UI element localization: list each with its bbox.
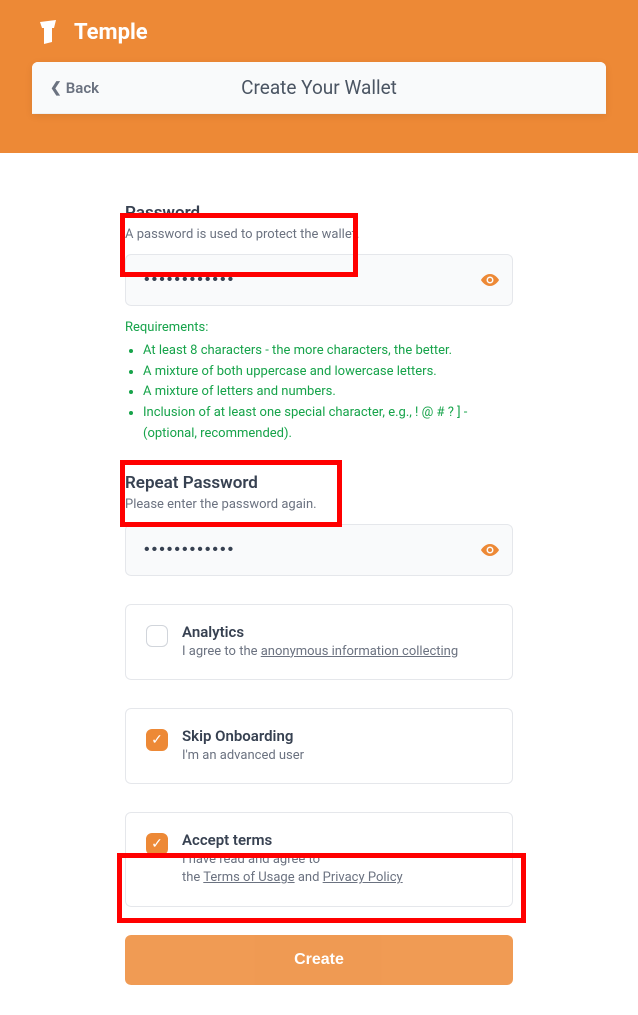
page-title: Create Your Wallet — [50, 76, 588, 99]
password-label: Password — [125, 203, 513, 223]
requirement-item: Inclusion of at least one special charac… — [143, 403, 513, 445]
checkmark-icon: ✓ — [151, 733, 163, 747]
back-label: Back — [66, 79, 99, 97]
chevron-left-icon: ❮ — [50, 80, 62, 96]
brand-name: Temple — [74, 20, 148, 45]
requirement-item: A mixture of both uppercase and lowercas… — [143, 362, 513, 383]
requirement-item: At least 8 characters - the more charact… — [143, 341, 513, 362]
accept-terms-desc: I have read and agree to the Terms of Us… — [182, 851, 492, 887]
password-input[interactable] — [125, 254, 513, 306]
toggle-repeat-password-visibility[interactable] — [481, 544, 499, 556]
analytics-checkbox[interactable] — [146, 625, 168, 647]
requirement-item: A mixture of letters and numbers. — [143, 382, 513, 403]
password-sublabel: A password is used to protect the wallet… — [125, 227, 513, 242]
skip-onboarding-option[interactable]: ✓ Skip Onboarding I'm an advanced user — [125, 708, 513, 784]
accept-terms-title: Accept terms — [182, 831, 492, 849]
back-button[interactable]: ❮ Back — [50, 79, 99, 97]
requirements-title: Requirements: — [125, 318, 513, 339]
terms-of-usage-link[interactable]: Terms of Usage — [203, 870, 294, 885]
accept-terms-option[interactable]: ✓ Accept terms I have read and agree to … — [125, 812, 513, 906]
privacy-policy-link[interactable]: Privacy Policy — [323, 870, 403, 885]
analytics-desc: I agree to the anonymous information col… — [182, 643, 492, 661]
analytics-title: Analytics — [182, 623, 492, 641]
skip-onboarding-title: Skip Onboarding — [182, 727, 492, 745]
analytics-option[interactable]: Analytics I agree to the anonymous infor… — [125, 604, 513, 680]
password-requirements: Requirements: At least 8 characters - th… — [125, 318, 513, 445]
accept-terms-checkbox[interactable]: ✓ — [146, 833, 168, 855]
repeat-password-sublabel: Please enter the password again. — [125, 497, 513, 512]
skip-onboarding-checkbox[interactable]: ✓ — [146, 729, 168, 751]
create-button[interactable]: Create — [125, 935, 513, 985]
eye-icon — [481, 544, 499, 556]
toggle-password-visibility[interactable] — [481, 274, 499, 286]
checkmark-icon: ✓ — [151, 837, 163, 851]
temple-logo-icon — [32, 16, 64, 48]
brand-logo: Temple — [32, 16, 606, 48]
repeat-password-label: Repeat Password — [125, 473, 513, 493]
eye-icon — [481, 274, 499, 286]
skip-onboarding-desc: I'm an advanced user — [182, 747, 492, 765]
card-header: ❮ Back Create Your Wallet — [32, 62, 606, 114]
analytics-link[interactable]: anonymous information collecting — [261, 644, 458, 659]
repeat-password-input[interactable] — [125, 524, 513, 576]
